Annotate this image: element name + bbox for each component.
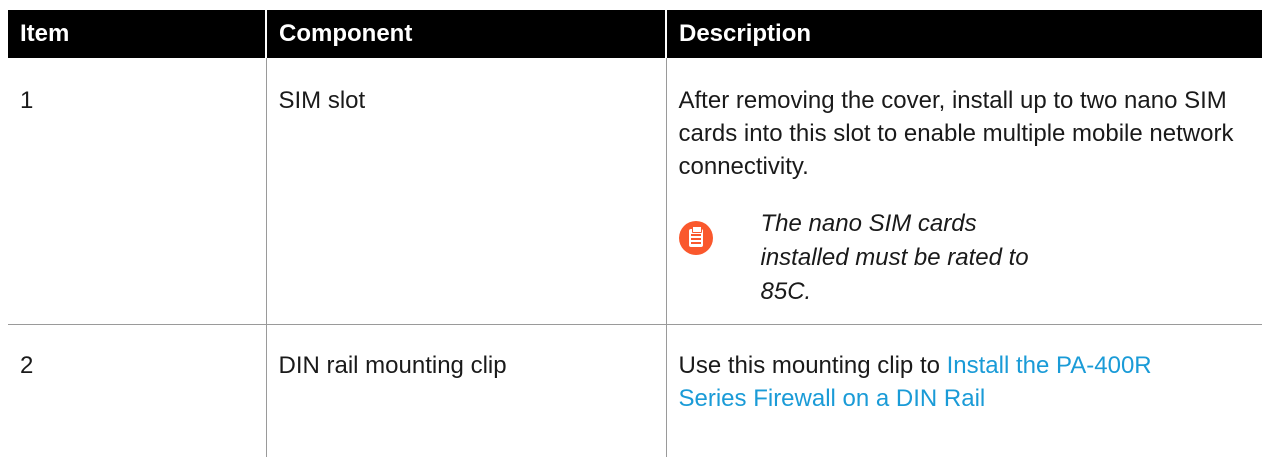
cell-item: 1 (8, 58, 266, 325)
note-callout: The nano SIM cards installed must be rat… (679, 207, 1263, 309)
cell-component: SIM slot (266, 58, 666, 325)
header-item: Item (8, 10, 266, 58)
table-row: 1 SIM slot After removing the cover, ins… (8, 58, 1262, 325)
cell-description: Use this mounting clip to Install the PA… (666, 325, 1262, 457)
cell-description: After removing the cover, install up to … (666, 58, 1262, 325)
description-text: After removing the cover, install up to … (679, 84, 1239, 183)
note-text: The nano SIM cards installed must be rat… (761, 207, 1061, 309)
table-body: 1 SIM slot After removing the cover, ins… (8, 58, 1262, 457)
header-row: Item Component Description (8, 10, 1262, 58)
note-clipboard-icon (679, 221, 713, 255)
header-component: Component (266, 10, 666, 58)
cell-item: 2 (8, 325, 266, 457)
table-header: Item Component Description (8, 10, 1262, 58)
cell-component: DIN rail mounting clip (266, 325, 666, 457)
header-description: Description (666, 10, 1262, 58)
component-table: Item Component Description 1 SIM slot Af… (8, 10, 1262, 457)
description-text: Use this mounting clip to Install the PA… (679, 349, 1179, 415)
description-prefix: Use this mounting clip to (679, 352, 947, 379)
table-row: 2 DIN rail mounting clip Use this mounti… (8, 325, 1262, 457)
